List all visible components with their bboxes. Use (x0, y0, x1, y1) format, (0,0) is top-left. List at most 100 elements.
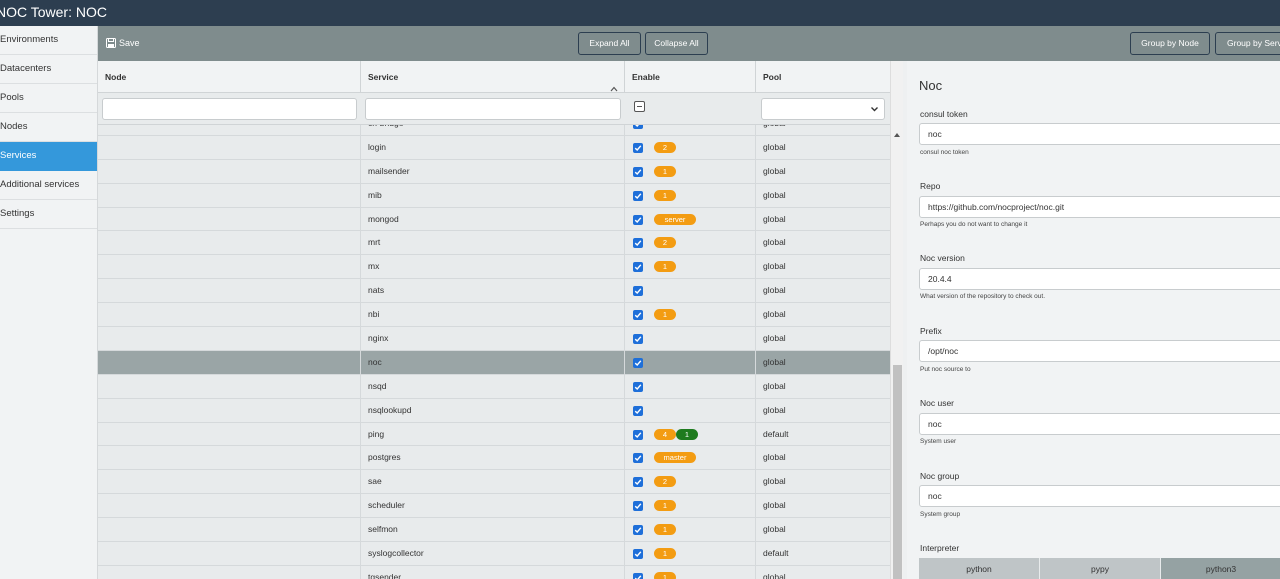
table-row[interactable]: sae 2 global (98, 470, 890, 495)
table-row[interactable]: mongod server global (98, 207, 890, 232)
cell-pool: global (763, 524, 786, 535)
column-header-service[interactable]: Service (361, 61, 625, 93)
table-row[interactable]: mib 1 global (98, 183, 890, 208)
service-settings-panel: Noc consul token noc consul noc token Re… (907, 61, 1280, 579)
sidebar-item-datacenters[interactable]: Datacenters (0, 55, 97, 84)
node-filter-input[interactable] (102, 98, 357, 120)
enable-checkbox[interactable] (633, 405, 643, 416)
service-filter-input[interactable] (365, 98, 621, 120)
enable-checkbox[interactable] (633, 477, 643, 488)
enable-checkbox[interactable] (633, 142, 643, 153)
enable-checkbox[interactable] (633, 214, 643, 225)
consul-token-input[interactable]: noc (919, 123, 1280, 145)
column-header-service-label: Service (368, 72, 399, 82)
sidebar-item-environments[interactable]: Environments (0, 26, 97, 55)
cell-pool: global (763, 571, 786, 579)
enable-checkbox[interactable] (633, 238, 643, 249)
table-row[interactable]: tgsender 1 global (98, 565, 890, 579)
table-row[interactable]: mrt 2 global (98, 231, 890, 256)
enable-checkbox[interactable] (633, 166, 643, 177)
table-row[interactable]: nats global (98, 279, 890, 304)
group-by-node-button[interactable]: Group by Node (1130, 32, 1210, 55)
cell-enable (625, 398, 756, 422)
table-row[interactable]: scheduler 1 global (98, 494, 890, 519)
cell-service: mx (361, 255, 625, 279)
enable-checkbox[interactable] (633, 525, 643, 536)
table-row[interactable]: nginx global (98, 327, 890, 351)
prefix-input[interactable]: /opt/noc (919, 340, 1280, 362)
noc-group-help: System group (920, 511, 961, 518)
enable-checkbox[interactable] (633, 286, 643, 297)
cell-service: nbi (361, 303, 625, 327)
pool-filter-select[interactable] (761, 98, 885, 120)
interpreter-option-python[interactable]: python (919, 558, 1040, 579)
table-row[interactable]: postgres master global (98, 446, 890, 471)
table-row[interactable]: ping 4 1 default (98, 422, 890, 447)
sidebar-item-settings[interactable]: Settings (0, 200, 97, 229)
table-row[interactable]: mx 1 global (98, 255, 890, 280)
column-header-enable[interactable]: Enable (625, 61, 756, 93)
instance-count-badge: 1 (654, 189, 676, 201)
enable-checkbox[interactable] (633, 262, 643, 273)
enable-checkbox[interactable] (633, 357, 643, 368)
collapse-all-button[interactable]: Collapse All (645, 32, 708, 55)
noc-group-input[interactable]: noc (919, 485, 1280, 507)
cell-service: mib (361, 183, 625, 207)
sidebar-item-additional-services[interactable]: Additional services (0, 171, 97, 200)
scrollbar-thumb[interactable] (893, 365, 902, 579)
table-row[interactable]: ch-bridge global (98, 125, 890, 136)
noc-user-input[interactable]: noc (919, 413, 1280, 435)
panel-title: Noc (919, 78, 943, 93)
grid-scrollbar[interactable] (890, 61, 903, 579)
column-header-node[interactable]: Node (98, 61, 361, 93)
group-by-service-button[interactable]: Group by Service (1215, 32, 1280, 55)
table-row[interactable]: selfmon 1 global (98, 518, 890, 543)
expand-all-button[interactable]: Expand All (578, 32, 641, 55)
repo-help: Perhaps you do not want to change it (920, 221, 1028, 228)
cell-enable (625, 327, 756, 351)
table-row[interactable]: nsqlookupd global (98, 398, 890, 423)
cell-node (98, 470, 361, 494)
enable-checkbox[interactable] (633, 190, 643, 201)
table-row[interactable]: login 2 global (98, 135, 890, 160)
interpreter-label: Interpreter (920, 543, 960, 553)
table-row[interactable]: nbi 1 global (98, 303, 890, 328)
cell-pool: global (763, 237, 786, 248)
interpreter-option-python3[interactable]: python3 (1161, 558, 1280, 579)
sidebar-item-nodes[interactable]: Nodes (0, 113, 97, 142)
cell-node (98, 398, 361, 422)
table-row[interactable]: nsqd global (98, 374, 890, 399)
cell-pool: global (763, 476, 786, 487)
sidebar-item-services[interactable]: Services (0, 142, 97, 171)
table-row[interactable]: syslogcollector 1 default (98, 542, 890, 566)
sidebar-item-pools[interactable]: Pools (0, 84, 97, 113)
enable-checkbox[interactable] (633, 125, 643, 129)
interpreter-option-pypy[interactable]: pypy (1040, 558, 1161, 579)
enable-checkbox[interactable] (633, 334, 643, 345)
cell-pool: global (763, 500, 786, 511)
enable-checkbox[interactable] (633, 429, 643, 440)
table-row[interactable]: noc global (98, 350, 890, 375)
enable-checkbox[interactable] (633, 549, 643, 560)
cell-node (98, 135, 361, 159)
scroll-up-icon[interactable] (894, 129, 900, 140)
noc-version-input[interactable]: 20.4.4 (919, 268, 1280, 290)
instance-count-badge: 1 (654, 500, 676, 512)
cell-enable: master (625, 446, 756, 470)
cell-service: sae (361, 470, 625, 494)
enable-checkbox[interactable] (633, 501, 643, 512)
table-row[interactable]: mailsender 1 global (98, 159, 890, 184)
enable-checkbox[interactable] (633, 310, 643, 321)
column-header-pool[interactable]: Pool (756, 61, 890, 93)
enable-checkbox[interactable] (633, 572, 643, 579)
enable-checkbox[interactable] (633, 453, 643, 464)
cell-node (98, 183, 361, 207)
enable-checkbox[interactable] (633, 381, 643, 392)
cell-service: selfmon (361, 518, 625, 542)
cell-enable: 41 (625, 422, 756, 446)
cell-node (98, 494, 361, 518)
repo-input[interactable]: https://github.com/nocproject/noc.git (919, 196, 1280, 218)
save-button[interactable]: Save (106, 36, 140, 50)
grid-header: Node Service Enable Pool (98, 61, 890, 93)
enable-filter[interactable] (625, 93, 756, 125)
